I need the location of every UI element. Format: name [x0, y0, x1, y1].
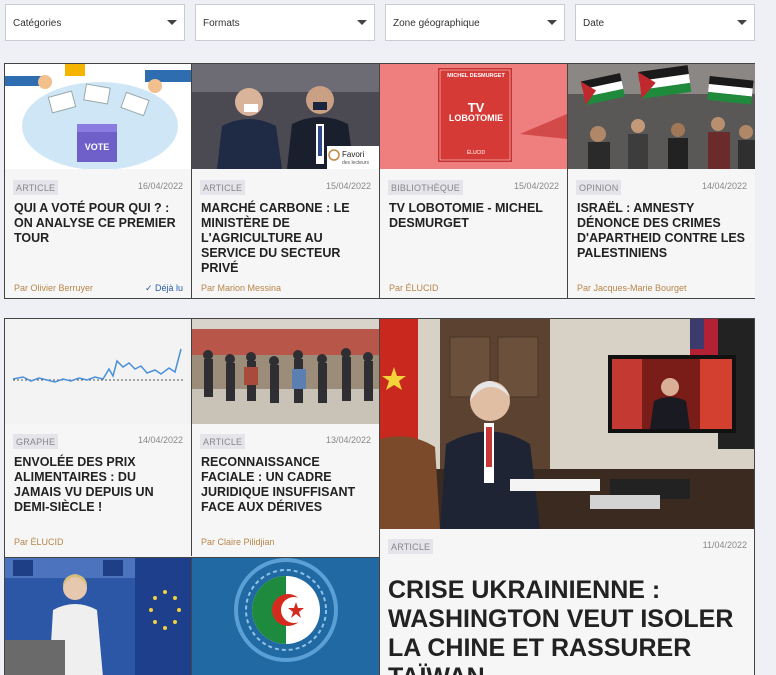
- filter-label: Catégories: [13, 18, 62, 29]
- category-badge: ARTICLE: [388, 539, 434, 554]
- crowd-photo: [192, 319, 379, 424]
- article-title[interactable]: ENVOLÉE DES PRIX ALIMENTAIRES : DU JAMAI…: [14, 455, 183, 515]
- article-image-carbone: Favori des lecteurs: [192, 64, 379, 169]
- article-date: 14/04/2022: [137, 435, 183, 445]
- article-author[interactable]: Par ÉLUCID: [14, 537, 64, 547]
- ballot-box-illustration: VOTE: [5, 64, 191, 169]
- article-title[interactable]: MARCHÉ CARBONE : LE MINISTÈRE DE L'AGRIC…: [201, 201, 371, 276]
- article-author[interactable]: Par ÉLUCID: [389, 283, 439, 293]
- category-badge: BIBLIOTHÈQUE: [388, 180, 463, 195]
- favorite-badge-label: Favori: [342, 150, 365, 159]
- eu-speaker-photo: [5, 558, 191, 675]
- svg-text:VOTE: VOTE: [85, 142, 110, 152]
- article-date: 14/04/2022: [701, 181, 747, 191]
- chevron-down-icon: [547, 20, 557, 25]
- category-badge: OPINION: [576, 180, 622, 195]
- category-badge: ARTICLE: [200, 434, 246, 449]
- filter-bar: Catégories Formats Zone géographique Dat…: [5, 4, 755, 41]
- already-read-indicator: ✓ Déjà lu: [144, 283, 183, 293]
- article-image-graph: [5, 319, 191, 424]
- book-title-line2: LOBOTOMIE: [448, 113, 504, 123]
- article-image-vote: VOTE: [5, 64, 191, 169]
- article-card-partial-2[interactable]: [192, 557, 379, 675]
- article-date: 13/04/2022: [325, 435, 371, 445]
- filter-formats-select[interactable]: Formats: [195, 4, 375, 41]
- article-title[interactable]: TV LOBOTOMIE - MICHEL DESMURGET: [389, 201, 559, 231]
- article-title[interactable]: ISRAËL : AMNESTY DÉNONCE DES CRIMES D'AP…: [577, 201, 747, 261]
- article-title[interactable]: RECONNAISSANCE FACIALE : UN CADRE JURIDI…: [201, 455, 371, 515]
- article-grid-row-2: GRAPHE 14/04/2022 ENVOLÉE DES PRIX ALIME…: [4, 318, 755, 675]
- category-badge: GRAPHE: [13, 434, 59, 449]
- category-badge: ARTICLE: [200, 180, 246, 195]
- article-card-partial-1[interactable]: [5, 557, 191, 675]
- article-card-tv-lobotomie[interactable]: MICHEL DESMURGET TV LOBOTOMIE ÉLUCID BIB…: [380, 64, 567, 298]
- category-badge: ARTICLE: [13, 180, 59, 195]
- article-image-book: MICHEL DESMURGET TV LOBOTOMIE ÉLUCID: [380, 64, 567, 169]
- article-title[interactable]: QUI A VOTÉ POUR QUI ? : ON ANALYSE CE PR…: [14, 201, 183, 246]
- book-publisher: ÉLUCID: [466, 150, 486, 156]
- article-card-amnesty[interactable]: OPINION 14/04/2022 ISRAËL : AMNESTY DÉNO…: [568, 64, 755, 298]
- article-date: 15/04/2022: [513, 181, 559, 191]
- article-image-algeria: [192, 558, 379, 675]
- article-author[interactable]: Par Marion Messina: [201, 283, 281, 293]
- chevron-down-icon: [737, 20, 747, 25]
- article-date: 11/04/2022: [702, 540, 747, 550]
- article-card-prix-alimentaires[interactable]: GRAPHE 14/04/2022 ENVOLÉE DES PRIX ALIME…: [5, 319, 191, 556]
- filter-label: Formats: [203, 18, 240, 29]
- chevron-down-icon: [167, 20, 177, 25]
- video-call-photo: [380, 319, 754, 529]
- book-author: MICHEL DESMURGET: [447, 73, 505, 79]
- article-date: 15/04/2022: [325, 181, 371, 191]
- article-author[interactable]: Par Olivier Berruyer: [14, 283, 93, 293]
- article-author[interactable]: Par Claire Pilidjian: [201, 537, 275, 547]
- filter-categories-select[interactable]: Catégories: [5, 4, 185, 41]
- article-card-reconnaissance-faciale[interactable]: ARTICLE 13/04/2022 RECONNAISSANCE FACIAL…: [192, 319, 379, 556]
- article-card-vote[interactable]: VOTE ARTICLE 16/04/2022 QUI A VOTÉ POUR …: [5, 64, 191, 298]
- article-grid-row-1: VOTE ARTICLE 16/04/2022 QUI A VOTÉ POUR …: [4, 63, 755, 299]
- algeria-flag-illustration: [192, 558, 379, 675]
- favorite-badge-sub: des lecteurs: [342, 160, 369, 166]
- protest-photo: [568, 64, 755, 169]
- filter-zone-select[interactable]: Zone géographique: [385, 4, 565, 41]
- article-card-feature-ukraine[interactable]: ARTICLE 11/04/2022 CRISE UKRAINIENNE : W…: [380, 319, 754, 675]
- chevron-down-icon: [357, 20, 367, 25]
- article-card-carbone[interactable]: Favori des lecteurs ARTICLE 15/04/2022 M…: [192, 64, 379, 298]
- article-author[interactable]: Par Jacques-Marie Bourget: [577, 283, 687, 293]
- article-image-eu: [5, 558, 191, 675]
- article-image-biden: [380, 319, 754, 529]
- article-image-protest: [568, 64, 755, 169]
- feature-article-title[interactable]: CRISE UKRAINIENNE : WASHINGTON VEUT ISOL…: [388, 576, 747, 675]
- filter-date-select[interactable]: Date: [575, 4, 755, 41]
- filter-label: Zone géographique: [393, 18, 480, 29]
- filter-label: Date: [583, 18, 605, 29]
- price-graph-illustration: [12, 348, 183, 383]
- article-image-crowd: [192, 319, 379, 424]
- article-date: 16/04/2022: [137, 181, 183, 191]
